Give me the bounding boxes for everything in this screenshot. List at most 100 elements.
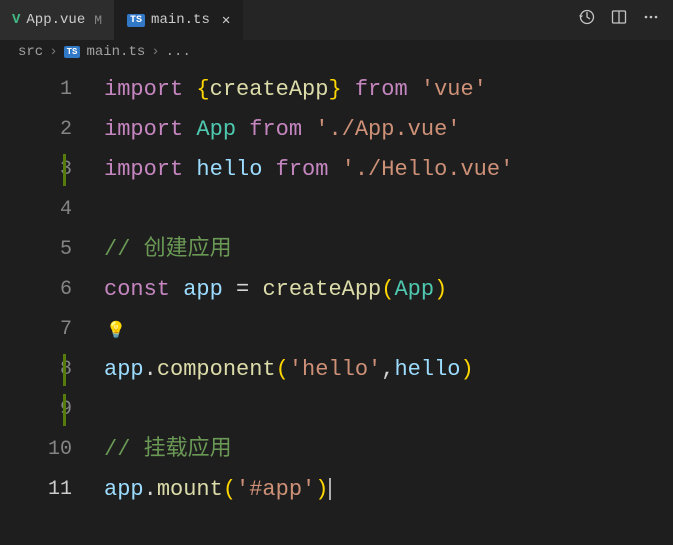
token-pun: = bbox=[236, 277, 249, 302]
token-com: // 创建应用 bbox=[104, 237, 232, 262]
token-pun bbox=[236, 117, 249, 142]
tab-main-ts[interactable]: TS main.ts ✕ bbox=[115, 0, 243, 40]
token-fn: mount bbox=[157, 477, 223, 502]
token-pun bbox=[170, 277, 183, 302]
tab-app-vue[interactable]: V App.vue M bbox=[0, 0, 115, 40]
token-brk: ) bbox=[460, 357, 473, 382]
code-line[interactable]: app.mount('#app') bbox=[104, 470, 673, 510]
code-line[interactable]: 💡 bbox=[104, 310, 673, 350]
line-number: 6 bbox=[0, 270, 72, 310]
token-fn: createApp bbox=[210, 77, 329, 102]
token-pun: , bbox=[381, 357, 394, 382]
token-str: 'hello' bbox=[289, 357, 381, 382]
code-editor[interactable]: 1234567891011 import {createApp} from 'v… bbox=[0, 64, 673, 510]
token-pun bbox=[249, 277, 262, 302]
token-str: './App.vue' bbox=[315, 117, 460, 142]
line-number: 11 bbox=[0, 470, 72, 510]
line-number: 9 bbox=[0, 390, 72, 430]
ts-icon: TS bbox=[127, 14, 145, 27]
code-line[interactable] bbox=[104, 390, 673, 430]
token-pun bbox=[223, 277, 236, 302]
tab-bar: V App.vue M TS main.ts ✕ bbox=[0, 0, 673, 40]
token-pun bbox=[183, 77, 196, 102]
line-number: 5 bbox=[0, 230, 72, 270]
chevron-right-icon: › bbox=[151, 44, 159, 60]
token-kw: import bbox=[104, 77, 183, 102]
token-brk: ) bbox=[315, 477, 328, 502]
token-cls: App bbox=[394, 277, 434, 302]
split-editor-icon[interactable] bbox=[611, 9, 627, 32]
token-pun: . bbox=[144, 357, 157, 382]
token-str: './Hello.vue' bbox=[342, 157, 514, 182]
token-brk: ( bbox=[381, 277, 394, 302]
line-number: 10 bbox=[0, 430, 72, 470]
token-kw: import bbox=[104, 117, 183, 142]
token-var: app bbox=[183, 277, 223, 302]
code-line[interactable]: import hello from './Hello.vue' bbox=[104, 150, 673, 190]
token-brk: ( bbox=[223, 477, 236, 502]
token-pun: . bbox=[144, 477, 157, 502]
token-kw: const bbox=[104, 277, 170, 302]
token-var: hello bbox=[196, 157, 262, 182]
line-gutter: 1234567891011 bbox=[0, 70, 100, 510]
token-pun bbox=[408, 77, 421, 102]
line-number: 2 bbox=[0, 110, 72, 150]
code-line[interactable]: app.component('hello',hello) bbox=[104, 350, 673, 390]
editor-toolbar bbox=[579, 9, 673, 32]
line-number: 4 bbox=[0, 190, 72, 230]
token-kw: from bbox=[355, 77, 408, 102]
code-line[interactable]: // 创建应用 bbox=[104, 230, 673, 270]
code-line[interactable]: // 挂载应用 bbox=[104, 430, 673, 470]
token-pun bbox=[262, 157, 275, 182]
token-kw: import bbox=[104, 157, 183, 182]
token-var: app bbox=[104, 357, 144, 382]
modified-bar bbox=[63, 354, 66, 386]
breadcrumb-file[interactable]: main.ts bbox=[86, 44, 145, 60]
token-pun bbox=[183, 157, 196, 182]
line-number: 3 bbox=[0, 150, 72, 190]
token-var: hello bbox=[394, 357, 460, 382]
close-icon[interactable]: ✕ bbox=[222, 12, 230, 29]
token-var: app bbox=[104, 477, 144, 502]
tab-label: App.vue bbox=[26, 12, 85, 28]
line-number: 8 bbox=[0, 350, 72, 390]
code-line[interactable]: const app = createApp(App) bbox=[104, 270, 673, 310]
token-brk: } bbox=[328, 77, 341, 102]
modified-bar bbox=[63, 154, 66, 186]
token-cls: App bbox=[196, 117, 236, 142]
token-pun bbox=[342, 77, 355, 102]
modified-indicator: M bbox=[94, 13, 102, 28]
line-number: 1 bbox=[0, 70, 72, 110]
tab-label: main.ts bbox=[151, 12, 210, 28]
code-area[interactable]: import {createApp} from 'vue'import App … bbox=[100, 70, 673, 510]
token-fn: component bbox=[157, 357, 276, 382]
token-fn: createApp bbox=[262, 277, 381, 302]
token-brk: ( bbox=[276, 357, 289, 382]
chevron-right-icon: › bbox=[49, 44, 57, 60]
code-line[interactable]: import App from './App.vue' bbox=[104, 110, 673, 150]
ts-icon: TS bbox=[64, 46, 81, 58]
token-pun bbox=[183, 117, 196, 142]
token-pun bbox=[328, 157, 341, 182]
line-number: 7 bbox=[0, 310, 72, 350]
breadcrumb[interactable]: src › TS main.ts › ... bbox=[0, 40, 673, 64]
token-com: // 挂载应用 bbox=[104, 437, 232, 462]
tabs-container: V App.vue M TS main.ts ✕ bbox=[0, 0, 243, 40]
token-str: 'vue' bbox=[421, 77, 487, 102]
code-line[interactable]: import {createApp} from 'vue' bbox=[104, 70, 673, 110]
history-icon[interactable] bbox=[579, 9, 595, 32]
token-brk: { bbox=[196, 77, 209, 102]
vue-icon: V bbox=[12, 12, 20, 28]
breadcrumb-folder[interactable]: src bbox=[18, 44, 43, 60]
token-str: '#app' bbox=[236, 477, 315, 502]
token-kw: from bbox=[249, 117, 302, 142]
text-cursor bbox=[329, 478, 331, 500]
token-brk: ) bbox=[434, 277, 447, 302]
breadcrumb-more[interactable]: ... bbox=[166, 44, 191, 60]
code-line[interactable] bbox=[104, 190, 673, 230]
more-icon[interactable] bbox=[643, 9, 659, 32]
token-kw: from bbox=[276, 157, 329, 182]
lightbulb-icon[interactable]: 💡 bbox=[106, 311, 126, 351]
token-pun bbox=[302, 117, 315, 142]
modified-bar bbox=[63, 394, 66, 426]
